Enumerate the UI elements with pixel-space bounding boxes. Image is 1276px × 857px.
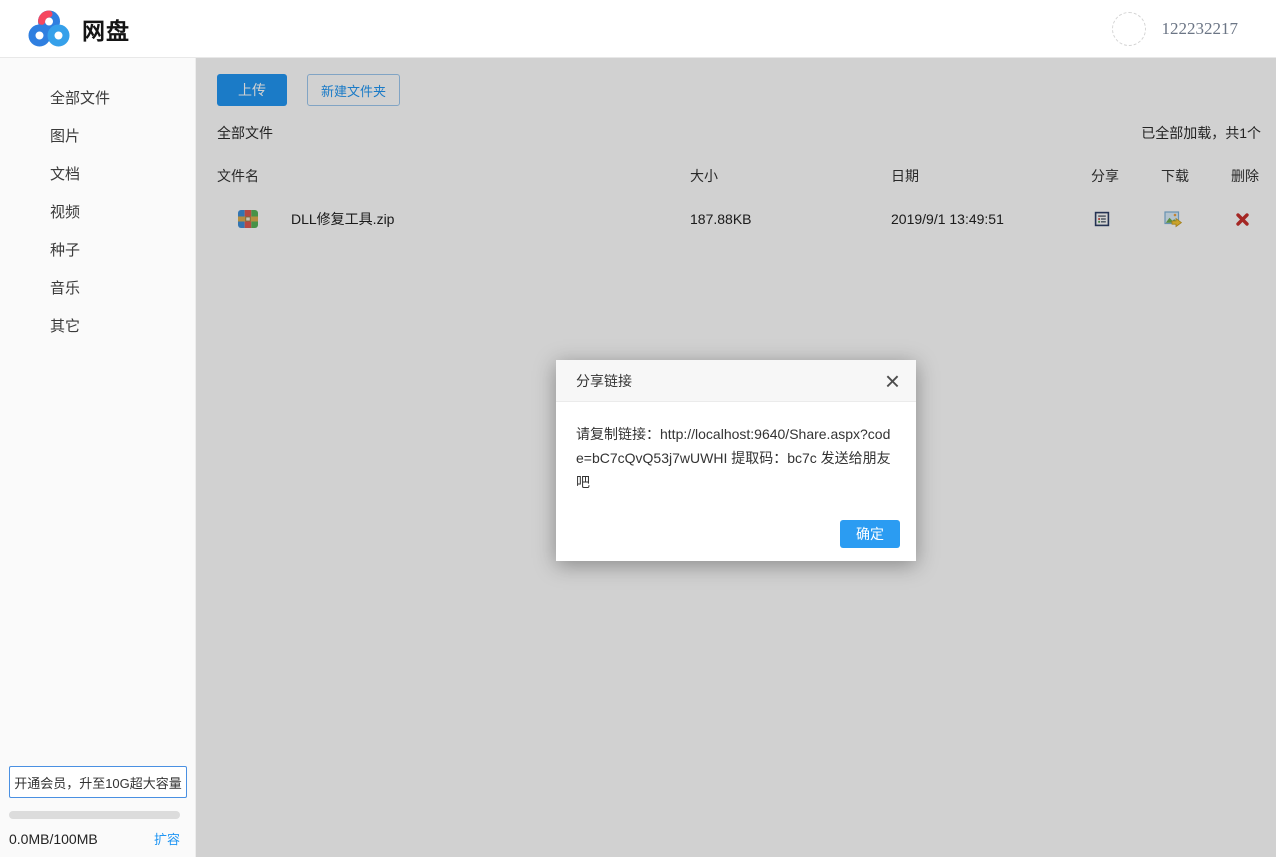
- expand-storage-link[interactable]: 扩容: [154, 829, 180, 848]
- confirm-button[interactable]: 确定: [840, 520, 900, 548]
- username: 122232217: [1162, 19, 1239, 39]
- sidebar: 全部文件 图片 文档 视频 种子 音乐 其它 开通会员，升至10G超大容量 0.…: [0, 58, 196, 857]
- modal-title: 分享链接: [576, 371, 632, 391]
- modal-header: 分享链接 ×: [556, 360, 916, 402]
- sidebar-nav: 全部文件 图片 文档 视频 种子 音乐 其它: [0, 58, 195, 346]
- app-header: 网盘 122232217: [0, 0, 1276, 58]
- share-link-text: 请复制链接：http://localhost:9640/Share.aspx?c…: [556, 402, 916, 494]
- avatar[interactable]: [1112, 12, 1146, 46]
- sidebar-item-torrents[interactable]: 种子: [0, 232, 195, 270]
- brand: 网盘: [26, 6, 130, 52]
- modal-footer: 确定: [556, 494, 916, 561]
- app-title: 网盘: [82, 12, 130, 46]
- main-content: 上传 新建文件夹 全部文件 已全部加载，共1个 文件名 大小 日期 分享 下载 …: [196, 58, 1276, 857]
- share-link-modal: 分享链接 × 请复制链接：http://localhost:9640/Share…: [556, 360, 916, 561]
- app-logo-icon: [26, 6, 72, 52]
- sidebar-storage-panel: 开通会员，升至10G超大容量 0.0MB/100MB 扩容: [9, 766, 187, 848]
- user-area: 122232217: [1112, 12, 1239, 46]
- storage-progress-bar: [9, 811, 180, 819]
- sidebar-item-music[interactable]: 音乐: [0, 270, 195, 308]
- vip-upgrade-button[interactable]: 开通会员，升至10G超大容量: [9, 766, 187, 798]
- sidebar-item-other[interactable]: 其它: [0, 308, 195, 346]
- storage-usage-text: 0.0MB/100MB: [9, 831, 98, 847]
- sidebar-item-videos[interactable]: 视频: [0, 194, 195, 232]
- sidebar-item-images[interactable]: 图片: [0, 118, 195, 156]
- sidebar-item-documents[interactable]: 文档: [0, 156, 195, 194]
- sidebar-item-all-files[interactable]: 全部文件: [0, 80, 195, 118]
- close-icon[interactable]: ×: [885, 371, 900, 391]
